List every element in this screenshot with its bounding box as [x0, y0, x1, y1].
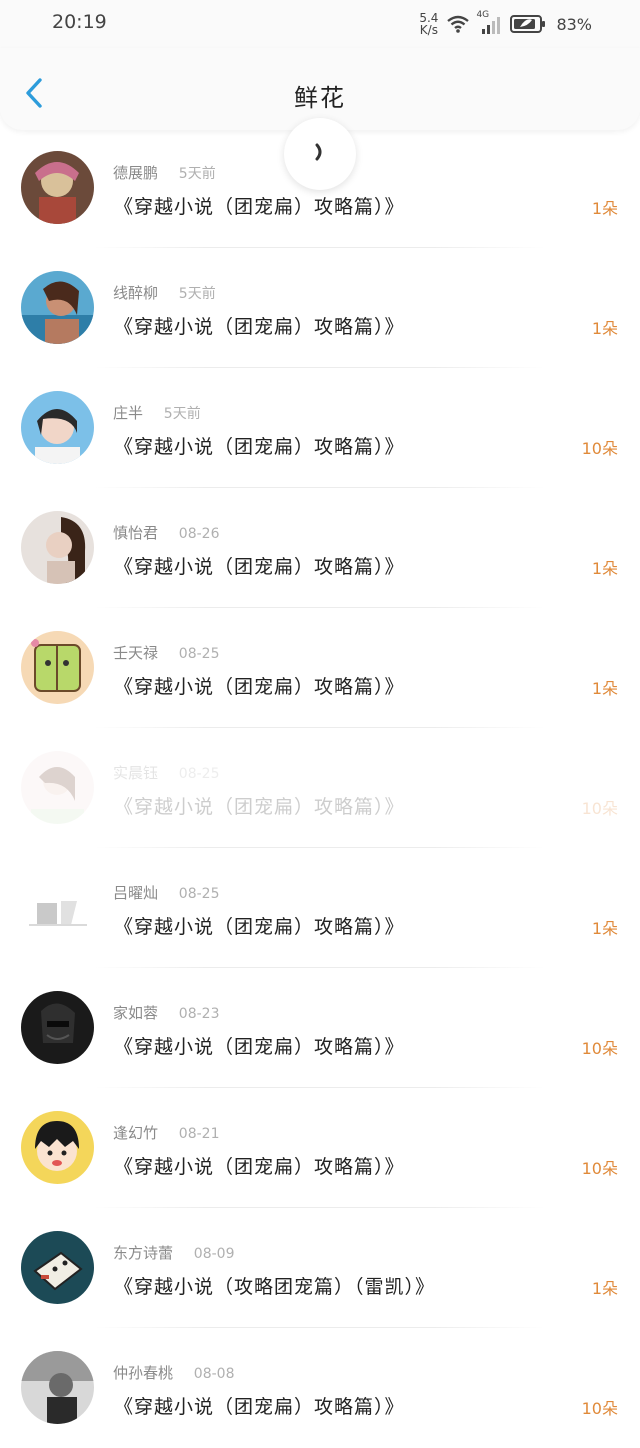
- status-time: 20:19: [52, 11, 107, 33]
- list-item[interactable]: 慎怡君 08-26 《穿越小说（团宠扁）攻略篇）》 1朵: [0, 488, 640, 608]
- flower-count: 10朵: [581, 1399, 618, 1418]
- book-title: 《穿越小说（团宠扁）攻略篇）》: [114, 1396, 405, 1418]
- avatar: [21, 511, 94, 584]
- flower-count: 10朵: [581, 1039, 618, 1058]
- item-meta: 东方诗蕾 08-09: [113, 1242, 234, 1263]
- item-meta: 逢幻竹 08-21: [113, 1122, 219, 1143]
- list-item[interactable]: 壬天禄 08-25 《穿越小说（团宠扁）攻略篇）》 1朵: [0, 608, 640, 728]
- book-title: 《穿越小说（攻略团宠篇）（雷凯）》: [114, 1276, 436, 1298]
- book-title: 《穿越小说（团宠扁）攻略篇）》: [114, 796, 405, 818]
- item-date: 08-25: [178, 646, 220, 662]
- book-title: 《穿越小说（团宠扁）攻略篇）》: [114, 1036, 405, 1058]
- avatar: [21, 1351, 94, 1424]
- avatar: [21, 271, 94, 344]
- item-meta: 慎怡君 08-26: [113, 522, 219, 543]
- item-date: 08-26: [178, 526, 220, 542]
- avatar: [21, 1111, 94, 1184]
- item-date: 5天前: [163, 406, 201, 422]
- flower-list: 德展鹏 5天前 《穿越小说（团宠扁）攻略篇）》 1朵 线醉柳 5天前 《穿越小说…: [0, 128, 640, 1448]
- speed-unit: K/s: [419, 23, 438, 37]
- item-meta: 仲孙春桃 08-08: [113, 1362, 234, 1383]
- user-name: 吕曜灿: [113, 884, 159, 902]
- flower-count: 10朵: [581, 439, 618, 458]
- book-title: 《穿越小说（团宠扁）攻略篇）》: [114, 916, 405, 938]
- list-item[interactable]: 庄半 5天前 《穿越小说（团宠扁）攻略篇）》 10朵: [0, 368, 640, 488]
- battery-icon: [510, 15, 546, 33]
- item-date: 5天前: [178, 286, 216, 302]
- avatar: [21, 1231, 94, 1304]
- avatar: [21, 751, 94, 824]
- list-item[interactable]: 家如蓉 08-23 《穿越小说（团宠扁）攻略篇）》 10朵: [0, 968, 640, 1088]
- book-title: 《穿越小说（团宠扁）攻略篇）》: [114, 316, 405, 338]
- book-title: 《穿越小说（团宠扁）攻略篇）》: [114, 1156, 405, 1178]
- wifi-icon: [447, 15, 470, 33]
- list-item[interactable]: 吕曜灿 08-25 《穿越小说（团宠扁）攻略篇）》 1朵: [0, 848, 640, 968]
- status-bar: 20:19 5.4 K/s 4G 83%: [0, 0, 640, 48]
- avatar: [21, 631, 94, 704]
- item-date: 08-09: [193, 1246, 235, 1262]
- flower-count: 1朵: [591, 679, 618, 698]
- item-date: 08-08: [193, 1366, 235, 1382]
- page-title: 鲜花: [294, 84, 346, 112]
- list-item[interactable]: 东方诗蕾 08-09 《穿越小说（攻略团宠篇）（雷凯）》 1朵: [0, 1208, 640, 1328]
- book-title: 《穿越小说（团宠扁）攻略篇）》: [114, 196, 405, 218]
- item-meta: 实晨钰 08-25: [113, 762, 219, 783]
- item-date: 08-25: [178, 886, 220, 902]
- flower-count: 1朵: [591, 559, 618, 578]
- flower-count: 1朵: [591, 199, 618, 218]
- status-icons: 5.4 K/s 4G 83%: [419, 10, 592, 38]
- flower-count: 1朵: [591, 919, 618, 938]
- user-name: 逢幻竹: [113, 1124, 159, 1142]
- user-name: 线醉柳: [113, 284, 159, 302]
- book-title: 《穿越小说（团宠扁）攻略篇）》: [114, 556, 405, 578]
- item-meta: 德展鹏 5天前: [113, 162, 216, 183]
- flower-count: 10朵: [581, 799, 618, 818]
- item-meta: 庄半 5天前: [113, 402, 201, 423]
- network-speed: 5.4 K/s: [419, 12, 438, 36]
- avatar: [21, 991, 94, 1064]
- flower-count: 1朵: [591, 1279, 618, 1298]
- item-meta: 吕曜灿 08-25: [113, 882, 219, 903]
- user-name: 实晨钰: [113, 764, 159, 782]
- book-title: 《穿越小说（团宠扁）攻略篇）》: [114, 676, 405, 698]
- flower-count: 10朵: [581, 1159, 618, 1178]
- item-meta: 壬天禄 08-25: [113, 642, 219, 663]
- battery-percent: 83%: [556, 14, 592, 34]
- item-meta: 线醉柳 5天前: [113, 282, 216, 303]
- list-item[interactable]: 线醉柳 5天前 《穿越小说（团宠扁）攻略篇）》 1朵: [0, 248, 640, 368]
- user-name: 家如蓉: [113, 1004, 159, 1022]
- loading-spinner: [284, 118, 356, 190]
- flower-count: 1朵: [591, 319, 618, 338]
- signal-icon: 4G: [476, 10, 502, 35]
- avatar: [21, 391, 94, 464]
- user-name: 仲孙春桃: [113, 1364, 174, 1382]
- book-title: 《穿越小说（团宠扁）攻略篇）》: [114, 436, 405, 458]
- user-name: 慎怡君: [113, 524, 159, 542]
- list-item[interactable]: 仲孙春桃 08-08 《穿越小说（团宠扁）攻略篇）》 10朵: [0, 1328, 640, 1448]
- avatar: [21, 151, 94, 224]
- list-item[interactable]: 实晨钰 08-25 《穿越小说（团宠扁）攻略篇）》 10朵: [0, 728, 640, 848]
- user-name: 庄半: [113, 404, 144, 422]
- user-name: 德展鹏: [113, 164, 159, 182]
- item-date: 5天前: [178, 166, 216, 182]
- user-name: 东方诗蕾: [113, 1244, 174, 1262]
- item-date: 08-21: [178, 1126, 220, 1142]
- user-name: 壬天禄: [113, 644, 159, 662]
- item-date: 08-25: [178, 766, 220, 782]
- avatar: [21, 871, 94, 944]
- list-item[interactable]: 逢幻竹 08-21 《穿越小说（团宠扁）攻略篇）》 10朵: [0, 1088, 640, 1208]
- item-date: 08-23: [178, 1006, 220, 1022]
- item-meta: 家如蓉 08-23: [113, 1002, 219, 1023]
